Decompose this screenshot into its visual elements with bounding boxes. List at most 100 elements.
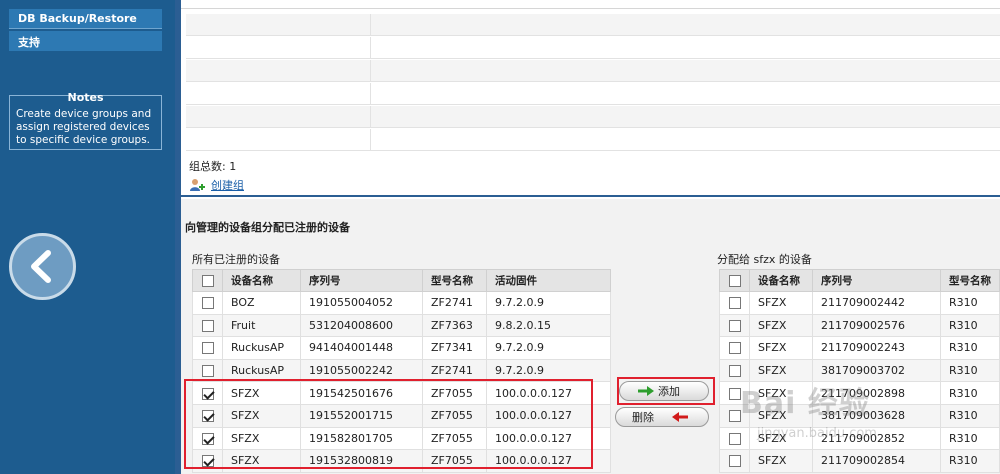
assigned-devices-caption: 分配给 sfzx 的设备 [717,253,812,266]
create-group-link[interactable]: 创建组 [189,177,244,193]
serial-cell: 211709002243 [812,336,941,360]
checkbox[interactable] [729,319,741,332]
group-row [186,60,1000,82]
serial-cell: 211709002898 [812,381,941,405]
delete-button[interactable]: 删除 [615,407,709,427]
model-cell: ZF7341 [422,336,487,360]
device-name-cell: SFZX [749,313,813,338]
checkbox[interactable] [202,274,214,287]
chevron-left-icon [31,250,51,283]
row-select[interactable] [719,403,750,428]
highlight-add-button [617,377,715,405]
table-row[interactable]: SFZX 381709003628 R310 [719,403,1000,428]
row-select[interactable] [192,291,223,315]
header-strip [181,0,1000,9]
device-name-cell: SFZX [749,336,813,360]
model-cell: R310 [940,358,1000,383]
select-all-registered[interactable] [192,269,223,292]
table-row[interactable]: SFZX 211709002576 R310 [719,313,1000,338]
checkbox[interactable] [729,387,741,400]
row-select[interactable] [719,313,750,338]
notes-box: Notes Create device groups and assign re… [9,91,162,150]
checkbox[interactable] [202,342,214,355]
arrow-left-icon [672,412,688,422]
model-cell: R310 [940,291,1000,315]
checkbox[interactable] [202,365,214,378]
checkbox[interactable] [729,432,741,445]
table-row[interactable]: RuckusAP 941404001448 ZF7341 9.7.2.0.9 [192,336,611,360]
group-row [186,14,1000,36]
model-cell: R310 [940,449,1000,473]
table-row[interactable]: SFZX 211709002852 R310 [719,426,1000,451]
table-row[interactable]: SFZX 211709002442 R310 [719,291,1000,315]
table-row[interactable]: SFZX 381709003702 R310 [719,358,1000,383]
checkbox[interactable] [729,455,741,468]
checkbox[interactable] [729,274,741,287]
group-list-panel: 组总数: 1 创建组 [181,0,1000,197]
checkbox[interactable] [729,342,741,355]
checkbox[interactable] [202,319,214,332]
add-group-icon [190,179,205,191]
device-name-cell: SFZX [749,291,813,315]
serial-cell: 211709002576 [812,313,941,338]
highlight-selected-rows [184,379,593,469]
notes-title: Notes [67,91,104,104]
col-device-name: 设备名称 [222,269,301,292]
sidebar-item-db-backup-restore[interactable]: DB Backup/Restore [9,9,162,29]
serial-cell: 211709002852 [812,426,941,451]
row-select[interactable] [719,381,750,405]
model-cell: ZF2741 [422,291,487,315]
row-select[interactable] [719,426,750,451]
table-row[interactable]: BOZ 191055004052 ZF2741 9.7.2.0.9 [192,291,611,315]
row-select[interactable] [719,336,750,360]
row-select[interactable] [719,358,750,383]
group-row [186,83,1000,105]
model-cell: ZF7363 [422,313,487,338]
serial-cell: 941404001448 [300,336,423,360]
col-firmware: 活动固件 [486,269,611,292]
serial-cell: 531204008600 [300,313,423,338]
device-name-cell: RuckusAP [222,336,301,360]
section-title: 向管理的设备组分配已注册的设备 [185,221,350,234]
device-name-cell: Fruit [222,313,301,338]
checkbox[interactable] [202,297,214,310]
device-name-cell: SFZX [749,358,813,383]
table-row[interactable]: SFZX 211709002243 R310 [719,336,1000,360]
row-select[interactable] [719,291,750,315]
model-cell: R310 [940,381,1000,405]
registered-devices-caption: 所有已注册的设备 [192,253,280,266]
row-select[interactable] [192,336,223,360]
row-select[interactable] [719,449,750,473]
serial-cell: 191055004052 [300,291,423,315]
model-cell: R310 [940,403,1000,428]
checkbox[interactable] [729,365,741,378]
col-device-name: 设备名称 [749,269,813,292]
row-select[interactable] [192,313,223,338]
table-row[interactable]: SFZX 211709002854 R310 [719,449,1000,473]
delete-button-label: 删除 [632,411,654,424]
device-name-cell: BOZ [222,291,301,315]
col-serial: 序列号 [300,269,423,292]
firmware-cell: 9.7.2.0.9 [486,336,611,360]
col-model: 型号名称 [422,269,487,292]
notes-text: Create device groups and assign register… [16,108,152,146]
model-cell: R310 [940,336,1000,360]
sidebar: DB Backup/Restore 支持 Notes Create device… [0,0,175,474]
serial-cell: 211709002442 [812,291,941,315]
checkbox[interactable] [729,297,741,310]
select-all-assigned[interactable] [719,269,750,292]
table-row[interactable]: SFZX 211709002898 R310 [719,381,1000,405]
device-name-cell: SFZX [749,449,813,473]
group-count: 组总数: 1 [189,160,237,173]
device-name-cell: SFZX [749,426,813,451]
device-name-cell: SFZX [749,381,813,405]
assigned-devices-table: 设备名称 序列号 型号名称 SFZX 211709002442 R310 SFZX 21… [719,269,1000,473]
table-row[interactable]: Fruit 531204008600 ZF7363 9.8.2.0.15 [192,313,611,338]
group-row [186,129,1000,151]
create-group-label[interactable]: 创建组 [211,177,244,193]
back-button[interactable] [9,233,76,300]
sidebar-item-support[interactable]: 支持 [9,31,162,51]
col-serial: 序列号 [812,269,941,292]
serial-cell: 381709003702 [812,358,941,383]
checkbox[interactable] [729,410,741,423]
